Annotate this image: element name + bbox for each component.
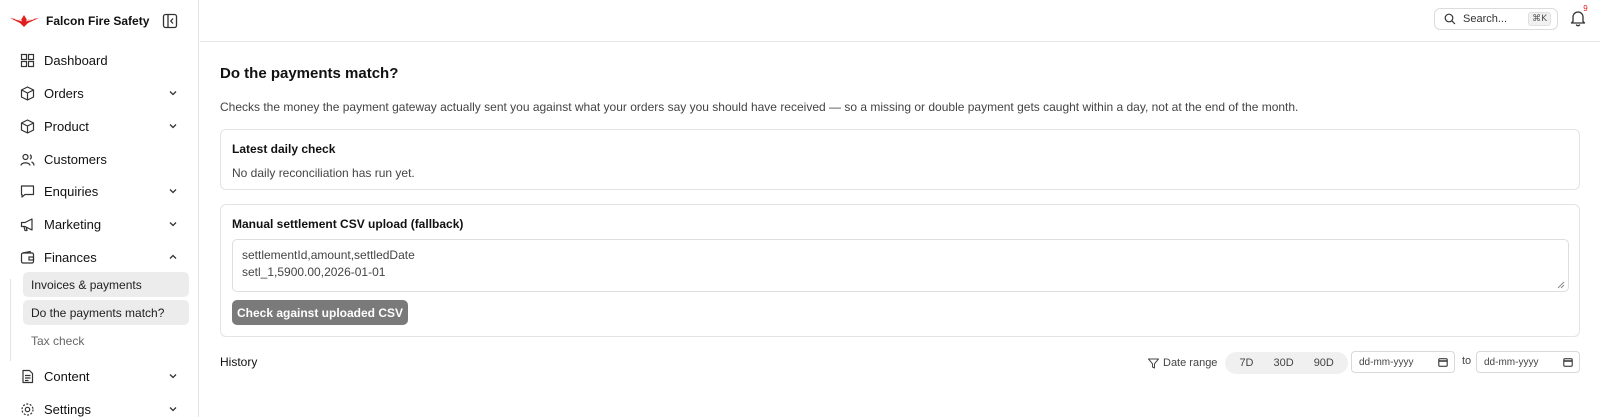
sidebar-subitem-label: Invoices & payments (31, 277, 142, 292)
sidebar-collapse-icon[interactable] (162, 13, 178, 29)
search-input[interactable]: Search... ⌘K (1434, 8, 1558, 30)
date-range-filter: Date range 7D 30D 90D (1148, 352, 1348, 374)
falcon-logo-icon (10, 15, 39, 27)
sidebar-item-label: Marketing (44, 216, 102, 232)
brand: Falcon Fire Safety (10, 10, 188, 32)
topbar: Search... ⌘K 9 (200, 0, 1600, 42)
card-title: Manual settlement CSV upload (fallback) (232, 217, 464, 231)
sidebar-item-marketing[interactable]: Marketing (10, 209, 190, 239)
gear-icon (21, 402, 34, 416)
page-description: Checks the money the payment gateway act… (220, 100, 1299, 114)
sidebar-item-label: Product (44, 118, 89, 134)
sidebar-item-finances[interactable]: Finances (10, 242, 190, 272)
sidebar-item-label: Finances (44, 249, 97, 265)
chevron-down-icon (169, 222, 177, 227)
users-icon (20, 153, 35, 166)
latest-check-status: No daily reconciliation has run yet. (232, 166, 415, 180)
sidebar-subitem-invoices-payments[interactable]: Invoices & payments (23, 272, 189, 297)
sidebar-item-enquiries[interactable]: Enquiries (10, 176, 190, 206)
sidebar-subitem-label: Tax check (31, 333, 85, 348)
sidebar-item-label: Enquiries (44, 183, 99, 199)
filter-icon (1148, 358, 1159, 368)
sidebar-item-label: Settings (44, 401, 91, 417)
chevron-up-icon (169, 254, 177, 259)
check-csv-button[interactable]: Check against uploaded CSV (232, 300, 408, 325)
sidebar-subitem-tax-check[interactable]: Tax check (23, 328, 189, 353)
wallet-icon (20, 250, 35, 264)
resize-grip-icon[interactable] (1557, 281, 1565, 289)
range-90d[interactable]: 90D (1304, 357, 1344, 369)
search-shortcut: ⌘K (1528, 12, 1551, 26)
latest-check-card: Latest daily check No daily reconciliati… (220, 129, 1580, 190)
sidebar-item-label: Customers (44, 151, 107, 167)
search-placeholder: Search... (1463, 13, 1508, 25)
chevron-down-icon (169, 407, 177, 412)
date-to-label: to (1462, 355, 1472, 367)
page-title: Do the payments match? (220, 65, 399, 82)
chevron-down-icon (169, 189, 177, 194)
date-to-placeholder: dd-mm-yyyy (1484, 356, 1539, 368)
range-7d[interactable]: 7D (1229, 357, 1263, 369)
card-title: Latest daily check (232, 142, 336, 156)
range-selector: 7D 30D 90D (1225, 352, 1348, 374)
message-icon (20, 184, 35, 198)
brand-name: Falcon Fire Safety (46, 14, 150, 28)
chevron-down-icon (169, 91, 177, 96)
sidebar-item-label: Content (44, 368, 90, 384)
box-icon (20, 118, 35, 134)
sidebar-item-settings[interactable]: Settings (10, 394, 190, 417)
sidebar-item-product[interactable]: Product (10, 111, 190, 141)
chevron-down-icon (169, 124, 177, 129)
sidebar-subitem-label: Do the payments match? (31, 305, 165, 320)
filter-label: Date range (1163, 357, 1218, 369)
megaphone-icon (20, 217, 33, 231)
sidebar: Falcon Fire Safety Dashboard Orders Prod… (0, 0, 199, 417)
search-icon (1444, 13, 1456, 25)
sidebar-item-content[interactable]: Content (10, 361, 190, 391)
sidebar-item-label: Orders (44, 85, 84, 101)
sidebar-item-orders[interactable]: Orders (10, 78, 190, 108)
notification-badge: 9 (1580, 3, 1591, 14)
range-30d[interactable]: 30D (1264, 357, 1304, 369)
date-to-input[interactable]: dd-mm-yyyy (1476, 351, 1580, 373)
sidebar-item-label: Dashboard (44, 52, 108, 68)
check-csv-button-label: Check against uploaded CSV (236, 305, 404, 320)
box-icon (20, 85, 35, 101)
sidebar-item-customers[interactable]: Customers (10, 144, 190, 174)
document-icon (22, 369, 34, 383)
sidebar-item-dashboard[interactable]: Dashboard (10, 45, 190, 75)
submenu-divider (10, 279, 11, 361)
sidebar-subitem-payments-match[interactable]: Do the payments match? (23, 300, 189, 325)
csv-textarea[interactable]: settlementId,amount,settledDate setl_1,5… (232, 239, 1569, 292)
dashboard-icon (20, 53, 35, 67)
date-from-input[interactable]: dd-mm-yyyy (1351, 351, 1455, 373)
chevron-down-icon (169, 374, 177, 379)
history-heading: History (220, 355, 258, 369)
calendar-icon[interactable] (1438, 357, 1448, 367)
manual-upload-card: Manual settlement CSV upload (fallback) … (220, 204, 1580, 337)
calendar-icon[interactable] (1563, 357, 1573, 367)
date-from-placeholder: dd-mm-yyyy (1359, 356, 1414, 368)
